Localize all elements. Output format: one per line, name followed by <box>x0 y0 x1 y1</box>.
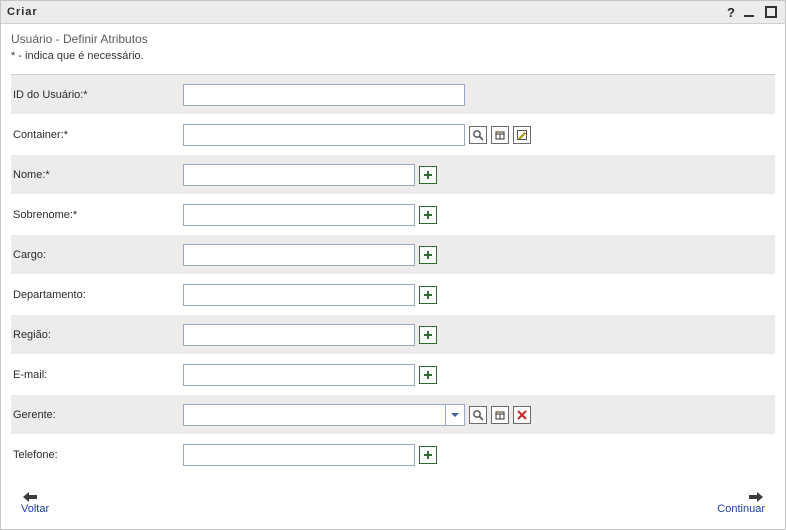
row-name: Nome:* <box>11 155 775 195</box>
window-title: Criar <box>7 6 38 18</box>
control-phone <box>183 444 437 466</box>
label-name: Nome:* <box>13 169 183 181</box>
row-title: Cargo: <box>11 235 775 275</box>
add-icon[interactable] <box>419 166 437 184</box>
row-email: E-mail: <box>11 355 775 395</box>
control-name <box>183 164 437 186</box>
page-heading: Usuário - Definir Atributos <box>11 32 775 46</box>
label-user-id: ID do Usuário:* <box>13 89 183 101</box>
control-lastname <box>183 204 437 226</box>
add-icon[interactable] <box>419 326 437 344</box>
add-icon[interactable] <box>419 286 437 304</box>
chevron-down-icon[interactable] <box>445 405 464 425</box>
label-title: Cargo: <box>13 249 183 261</box>
manager-combobox[interactable] <box>183 404 465 426</box>
add-icon[interactable] <box>419 446 437 464</box>
phone-input[interactable] <box>183 444 415 466</box>
add-icon[interactable] <box>419 206 437 224</box>
footer: Voltar Continuar <box>11 481 775 529</box>
label-region: Região: <box>13 329 183 341</box>
next-button[interactable]: Continuar <box>717 491 765 515</box>
row-container: Container:* <box>11 115 775 155</box>
arrow-left-icon <box>21 491 39 503</box>
required-note: * - indica que é necessário. <box>11 50 775 62</box>
department-input[interactable] <box>183 284 415 306</box>
control-user-id <box>183 84 465 106</box>
search-icon[interactable] <box>469 126 487 144</box>
row-region: Região: <box>11 315 775 355</box>
next-label: Continuar <box>717 503 765 515</box>
window-frame: Criar ? Usuário - Definir Atributos * - … <box>0 0 786 530</box>
label-manager: Gerente: <box>13 409 183 421</box>
row-phone: Telefone: <box>11 435 775 475</box>
help-icon[interactable]: ? <box>727 5 735 20</box>
back-button[interactable]: Voltar <box>21 491 49 515</box>
name-input[interactable] <box>183 164 415 186</box>
row-user-id: ID do Usuário:* <box>11 75 775 115</box>
control-department <box>183 284 437 306</box>
page-body: Usuário - Definir Atributos * - indica q… <box>1 24 785 529</box>
label-phone: Telefone: <box>13 449 183 461</box>
add-icon[interactable] <box>419 366 437 384</box>
control-manager <box>183 404 531 426</box>
label-department: Departamento: <box>13 289 183 301</box>
user-id-input[interactable] <box>183 84 465 106</box>
control-region <box>183 324 437 346</box>
row-lastname: Sobrenome:* <box>11 195 775 235</box>
clear-icon[interactable] <box>513 406 531 424</box>
history-icon[interactable] <box>491 406 509 424</box>
control-email <box>183 364 437 386</box>
control-container <box>183 124 531 146</box>
row-department: Departamento: <box>11 275 775 315</box>
add-icon[interactable] <box>419 246 437 264</box>
back-label: Voltar <box>21 503 49 515</box>
arrow-right-icon <box>747 491 765 503</box>
label-lastname: Sobrenome:* <box>13 209 183 221</box>
control-title <box>183 244 437 266</box>
title-bar: Criar ? <box>1 1 785 24</box>
minimize-icon[interactable] <box>741 4 757 20</box>
history-icon[interactable] <box>491 126 509 144</box>
edit-icon[interactable] <box>513 126 531 144</box>
search-icon[interactable] <box>469 406 487 424</box>
container-input[interactable] <box>183 124 465 146</box>
form: ID do Usuário:* Container:* <box>11 75 775 481</box>
email-input[interactable] <box>183 364 415 386</box>
lastname-input[interactable] <box>183 204 415 226</box>
row-manager: Gerente: <box>11 395 775 435</box>
label-container: Container:* <box>13 129 183 141</box>
region-input[interactable] <box>183 324 415 346</box>
maximize-icon[interactable] <box>763 4 779 20</box>
title-input[interactable] <box>183 244 415 266</box>
label-email: E-mail: <box>13 369 183 381</box>
